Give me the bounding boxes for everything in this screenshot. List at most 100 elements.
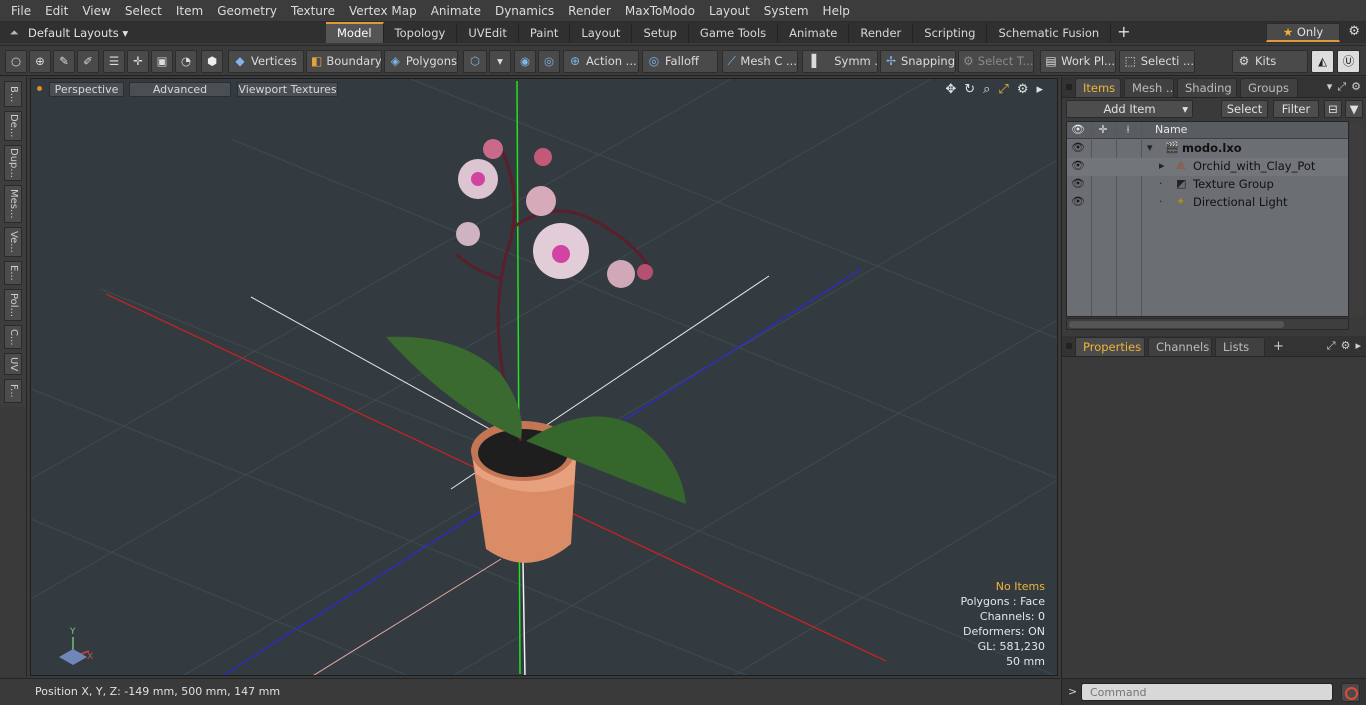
layout-expand-icon[interactable]: ⏶ [0, 26, 28, 40]
tab-game-tools[interactable]: Game Tools [689, 22, 779, 43]
maximize-icon[interactable]: ⤢ [998, 82, 1008, 97]
selection-sets-button[interactable]: ⬚ Selecti ... [1119, 50, 1195, 73]
filter-button[interactable]: Filter [1273, 100, 1319, 118]
tab-animate[interactable]: Animate [778, 22, 850, 43]
eye-icon[interactable]: 👁 [1070, 177, 1086, 190]
tab-uvedit[interactable]: UVEdit [457, 22, 519, 43]
left-tab-duplicate[interactable]: Dup... [4, 145, 22, 181]
gear-icon[interactable]: ⚙ [1348, 24, 1360, 39]
select-button[interactable]: Select [1221, 100, 1268, 118]
menu-render[interactable]: Render [561, 0, 618, 22]
render-column-icon[interactable]: ⟊ [1117, 123, 1139, 137]
tab-mesh[interactable]: Mesh ... [1124, 77, 1174, 97]
left-tab-vertex[interactable]: Ve... [4, 227, 22, 257]
mesh-constraint-button[interactable]: ⟋ Mesh C ... [722, 50, 798, 73]
boundary-button[interactable]: ◧ Boundary [306, 50, 382, 73]
tab-schematic-fusion[interactable]: Schematic Fusion [987, 22, 1112, 43]
eye-icon[interactable]: 👁 [1070, 141, 1086, 154]
menu-dynamics[interactable]: Dynamics [488, 0, 561, 22]
left-tab-curve[interactable]: C... [4, 325, 22, 349]
menu-view[interactable]: View [75, 0, 117, 22]
brush-button[interactable]: ✐ [77, 50, 99, 73]
globe-button[interactable]: ⊕ [29, 50, 51, 73]
tab-properties[interactable]: Properties [1075, 336, 1145, 356]
menu-maxtomodo[interactable]: MaxToModo [618, 0, 702, 22]
left-tab-edge[interactable]: E... [4, 261, 22, 285]
menu-vertex-map[interactable]: Vertex Map [342, 0, 424, 22]
panel-gear-icon[interactable]: ⚙ [1341, 339, 1351, 353]
symmetry-button[interactable]: ▐ Symm ... [802, 50, 878, 73]
zoom-icon[interactable]: ⌕ [983, 82, 990, 97]
snapping-button[interactable]: ✢ Snapping [880, 50, 956, 73]
symmetry-y-button[interactable]: ◎ [538, 50, 560, 73]
visibility-column-icon[interactable]: 👁 [1067, 123, 1089, 136]
left-tab-basic[interactable]: B... [4, 81, 22, 107]
menu-texture[interactable]: Texture [284, 0, 342, 22]
tab-render[interactable]: Render [849, 22, 914, 43]
tree-row[interactable]: 👁 ▸ ⟁ Orchid_with_Clay_Pot [1067, 158, 1348, 176]
expand-icon[interactable]: ⤢ [1327, 339, 1336, 353]
rotate-button[interactable]: ◔ [175, 50, 197, 73]
symmetry-x-button[interactable]: ◉ [514, 50, 536, 73]
name-column-header[interactable]: Name [1155, 123, 1187, 136]
left-tab-fusion[interactable]: F... [4, 379, 22, 403]
perspective-dropdown[interactable]: Perspective [49, 82, 124, 97]
funnel-button[interactable]: ▼ [1345, 100, 1363, 118]
eye-icon[interactable]: 👁 [1070, 195, 1086, 208]
select-circle-button[interactable]: ○ [5, 50, 27, 73]
orbit-icon[interactable]: ↻ [964, 82, 975, 97]
left-tab-deform[interactable]: De... [4, 111, 22, 141]
tree-vertical-scrollbar[interactable] [1350, 121, 1363, 317]
left-tab-uv[interactable]: UV [4, 353, 22, 375]
tab-layout[interactable]: Layout [570, 22, 633, 43]
menu-edit[interactable]: Edit [38, 0, 75, 22]
tree-row[interactable]: 👁 ▾ 🎬 modo.lxo [1067, 140, 1348, 158]
center-button[interactable]: ✛ [127, 50, 149, 73]
tab-shading[interactable]: Shading [1177, 77, 1237, 97]
element-button[interactable]: ▣ [151, 50, 173, 73]
panel-gear-icon[interactable]: ⚙ [1351, 80, 1361, 94]
menu-help[interactable]: Help [816, 0, 857, 22]
unity-button[interactable]: ◭ [1311, 50, 1334, 73]
eye-icon[interactable]: 👁 [1070, 159, 1086, 172]
record-macro-button[interactable] [1341, 683, 1360, 702]
select-through-button[interactable]: ⚙ Select T... [958, 50, 1034, 73]
menu-animate[interactable]: Animate [424, 0, 488, 22]
menu-layout[interactable]: Layout [702, 0, 757, 22]
chevron-down-icon[interactable]: ▾ [1327, 80, 1333, 94]
material-dropdown[interactable]: ▾ [489, 50, 511, 73]
menu-item[interactable]: Item [169, 0, 210, 22]
material-button[interactable]: ⬡ [463, 50, 487, 73]
unreal-button[interactable]: Ⓤ [1337, 50, 1360, 73]
add-item-button[interactable]: Add Item ▾ [1066, 100, 1193, 118]
menu-file[interactable]: File [4, 0, 38, 22]
panel-menu-dot[interactable] [1066, 343, 1072, 349]
tab-channels[interactable]: Channels [1148, 336, 1212, 356]
expand-icon[interactable]: ⤢ [1337, 80, 1346, 94]
align-button[interactable]: ☰ [103, 50, 125, 73]
tab-scripting[interactable]: Scripting [913, 22, 988, 43]
lock-column-icon[interactable]: ✛ [1092, 123, 1114, 136]
menu-geometry[interactable]: Geometry [210, 0, 284, 22]
tree-row[interactable]: 👁 · ✦ Directional Light [1067, 194, 1348, 212]
left-tab-mesh[interactable]: Mes... [4, 185, 22, 223]
tab-topology[interactable]: Topology [384, 22, 458, 43]
tab-setup[interactable]: Setup [632, 22, 689, 43]
tab-paint[interactable]: Paint [519, 22, 571, 43]
play-icon[interactable]: ▸ [1036, 82, 1043, 97]
viewport-gear-icon[interactable]: ⚙ [1017, 82, 1029, 97]
work-plane-button[interactable]: ▤ Work Pl... [1040, 50, 1116, 73]
tab-groups[interactable]: Groups [1240, 77, 1298, 97]
add-panel-tab-button[interactable]: + [1273, 339, 1284, 354]
expand-arrow-icon[interactable]: ▾ [1147, 141, 1153, 154]
tab-lists[interactable]: Lists [1215, 336, 1265, 356]
viewport-menu-dot[interactable] [37, 86, 42, 91]
panel-menu-dot[interactable] [1066, 84, 1072, 90]
item-mode-button[interactable]: ⬢ [201, 50, 223, 73]
only-button[interactable]: ★ Only [1266, 23, 1340, 42]
action-center-button[interactable]: ⊕ Action ... [563, 50, 639, 73]
layout-dropdown[interactable]: Default Layouts ▾ [28, 26, 138, 40]
play-icon[interactable]: ▸ [1355, 339, 1361, 353]
pen-button[interactable]: ✎ [53, 50, 75, 73]
add-tab-button[interactable]: + [1117, 22, 1130, 43]
